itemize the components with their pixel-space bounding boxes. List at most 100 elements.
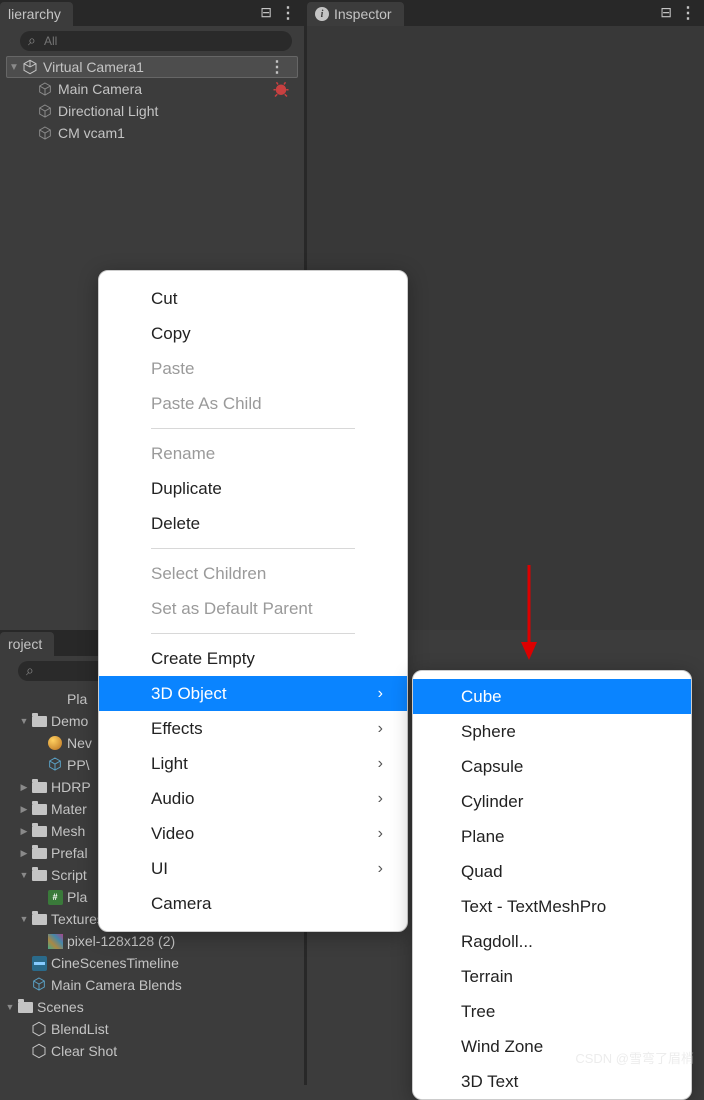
menu-item-effects[interactable]: Effects› [99, 711, 407, 746]
folder-icon [30, 867, 48, 883]
menu-item-label: Rename [151, 444, 215, 464]
submenu-item-terrain[interactable]: Terrain [413, 959, 691, 994]
project-item-label: Nev [67, 735, 92, 751]
hierarchy-item[interactable]: Main Camera [0, 78, 304, 100]
submenu-item-capsule[interactable]: Capsule [413, 749, 691, 784]
project-item-label: Prefal [51, 845, 88, 861]
submenu-item-plane[interactable]: Plane [413, 819, 691, 854]
context-menu: Cut Copy Paste Paste As Child Rename Duplicat… [98, 270, 408, 932]
menu-item-label: Cut [151, 289, 177, 309]
submenu-item-cylinder[interactable]: Cylinder [413, 784, 691, 819]
project-item-label: Mesh [51, 823, 85, 839]
expand-arrow-icon[interactable] [18, 870, 30, 880]
submenu-item-label: Sphere [461, 722, 516, 742]
menu-item-camera[interactable]: Camera [99, 886, 407, 921]
expand-arrow-icon[interactable] [18, 914, 30, 924]
menu-item-label: UI [151, 859, 168, 879]
submenu-item-label: Cylinder [461, 792, 523, 812]
submenu-item-3d-text[interactable]: 3D Text [413, 1064, 691, 1099]
project-item-label: Pla [67, 691, 87, 707]
project-item-label: HDRP [51, 779, 91, 795]
project-item[interactable]: Scenes [0, 996, 304, 1018]
menu-item-label: Select Children [151, 564, 266, 584]
expand-arrow-icon[interactable] [7, 62, 21, 73]
menu-item-label: Set as Default Parent [151, 599, 313, 619]
project-item[interactable]: Clear Shot [0, 1040, 304, 1062]
expand-arrow-icon[interactable] [18, 826, 30, 837]
folder-icon [16, 999, 34, 1015]
menu-item-set-as-default-parent: Set as Default Parent [99, 591, 407, 626]
project-item[interactable]: CineScenesTimeline [0, 952, 304, 974]
menu-item-label: Delete [151, 514, 200, 534]
menu-item-paste-as-child: Paste As Child [99, 386, 407, 421]
blue-cube-icon [46, 757, 64, 773]
submenu-item-label: Tree [461, 1002, 495, 1022]
expand-arrow-icon[interactable] [4, 1002, 16, 1012]
menu-dots-icon[interactable] [680, 3, 696, 23]
menu-item-duplicate[interactable]: Duplicate [99, 471, 407, 506]
lock-icon[interactable] [260, 4, 272, 22]
scene-name-label: Virtual Camera1 [43, 59, 144, 75]
folder-icon [30, 823, 48, 839]
menu-separator [151, 633, 355, 634]
inspector-tab[interactable]: i Inspector [307, 2, 404, 26]
submenu-item-cube[interactable]: Cube [413, 679, 691, 714]
project-item[interactable]: Main Camera Blends [0, 974, 304, 996]
submenu-item-tree[interactable]: Tree [413, 994, 691, 1029]
menu-item-create-empty[interactable]: Create Empty [99, 641, 407, 676]
expand-arrow-icon[interactable] [18, 716, 30, 726]
menu-item-label: Video [151, 824, 194, 844]
submenu-item-label: Cube [461, 687, 502, 707]
project-item-label: Demo [51, 713, 88, 729]
submenu-item-ragdoll-[interactable]: Ragdoll... [413, 924, 691, 959]
menu-item-ui[interactable]: UI › [99, 851, 407, 886]
hierarchy-scene-row[interactable]: Virtual Camera1 [6, 56, 298, 78]
info-icon: i [315, 7, 329, 21]
menu-item-copy[interactable]: Copy [99, 316, 407, 351]
menu-item-3d-object[interactable]: 3D Object› [99, 676, 407, 711]
chevron-right-icon: › [378, 720, 383, 738]
project-item-label: PP\ [67, 757, 90, 773]
expand-arrow-icon[interactable] [18, 804, 30, 815]
hierarchy-tabbar: lierarchy [0, 0, 304, 26]
menu-item-light[interactable]: Light› [99, 746, 407, 781]
hierarchy-item[interactable]: Directional Light [0, 100, 304, 122]
menu-item-label: Create Empty [151, 649, 255, 669]
lock-icon[interactable] [660, 4, 672, 22]
hierarchy-item[interactable]: CM vcam1 [0, 122, 304, 144]
project-item-label: Pla [67, 889, 87, 905]
hierarchy-search-input[interactable] [20, 31, 292, 51]
sphere-icon [46, 735, 64, 751]
project-item[interactable]: pixel-128x128 (2) [0, 930, 304, 952]
gameobject-icon [36, 124, 54, 142]
project-tab[interactable]: roject [0, 632, 54, 656]
gameobject-icon [36, 80, 54, 98]
menu-dots-icon[interactable] [280, 3, 296, 23]
menu-item-label: Camera [151, 894, 211, 914]
project-item-label: Clear Shot [51, 1043, 117, 1059]
submenu-item-sphere[interactable]: Sphere [413, 714, 691, 749]
chevron-right-icon: › [378, 825, 383, 843]
hierarchy-tab[interactable]: lierarchy [0, 2, 73, 26]
inspector-tab-icons [660, 3, 704, 26]
submenu-item-quad[interactable]: Quad [413, 854, 691, 889]
submenu-item-text---textmeshpro[interactable]: Text - TextMeshPro [413, 889, 691, 924]
scene-options-icon[interactable] [269, 57, 285, 77]
chevron-right-icon: › [378, 860, 383, 878]
menu-item-rename: Rename [99, 436, 407, 471]
menu-item-delete[interactable]: Delete [99, 506, 407, 541]
project-item-label: Mater [51, 801, 87, 817]
cube-outline-icon [46, 691, 64, 707]
expand-arrow-icon[interactable] [18, 782, 30, 793]
menu-item-cut[interactable]: Cut [99, 281, 407, 316]
menu-item-label: Paste [151, 359, 194, 379]
menu-item-video[interactable]: Video › [99, 816, 407, 851]
expand-arrow-icon[interactable] [18, 848, 30, 859]
inspector-tabbar: i Inspector [307, 0, 704, 26]
hierarchy-tab-icons [260, 3, 304, 26]
folder-icon [30, 779, 48, 795]
menu-item-label: Audio [151, 789, 194, 809]
project-item[interactable]: BlendList [0, 1018, 304, 1040]
submenu-item-label: Plane [461, 827, 504, 847]
menu-item-audio[interactable]: Audio› [99, 781, 407, 816]
